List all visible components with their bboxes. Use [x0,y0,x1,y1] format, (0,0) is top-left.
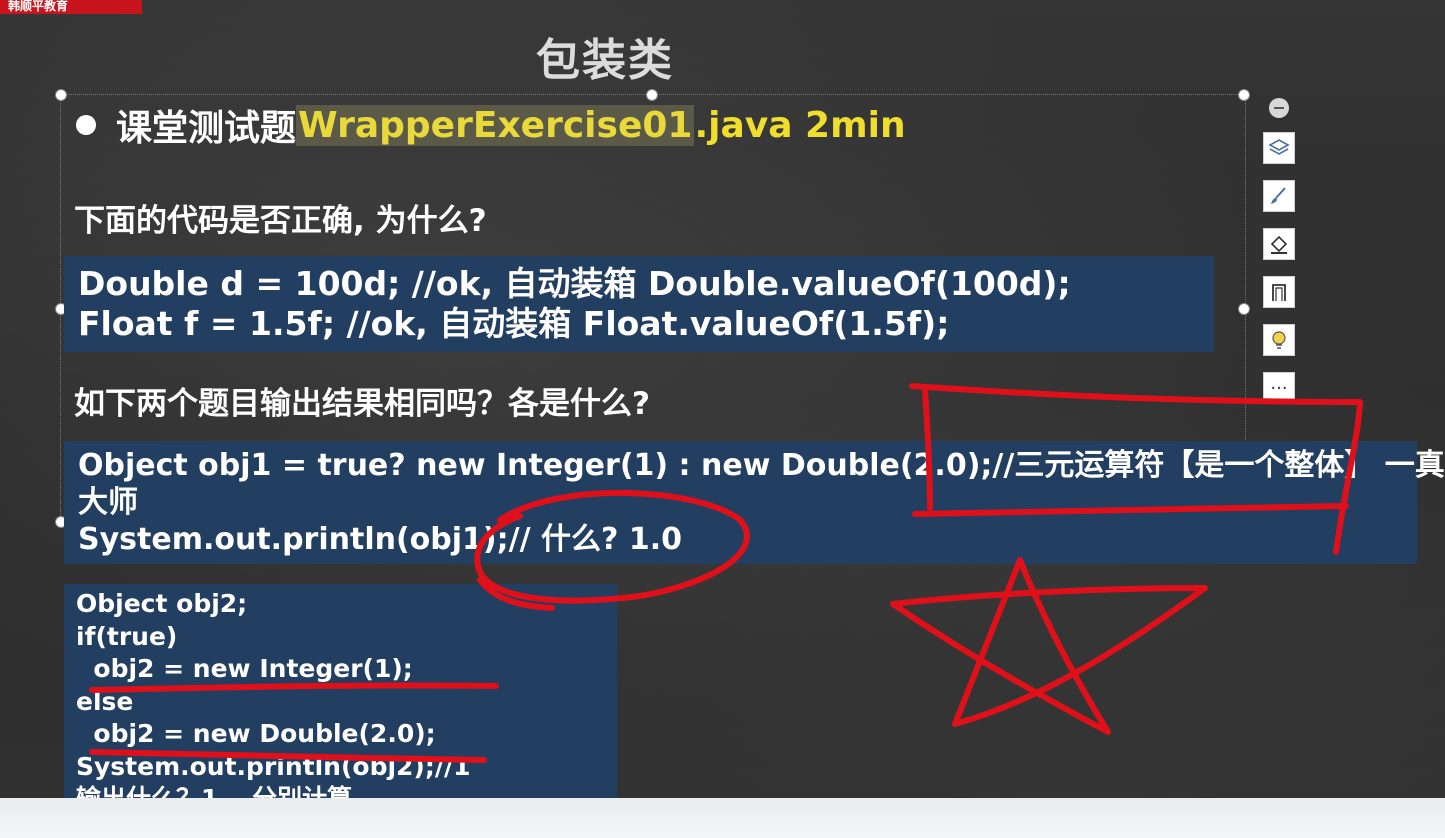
code-line: Double d = 100d; //ok, 自动装箱 Double.value… [78,264,1071,303]
brand-corner-tag: 韩顺平教育 [0,0,142,14]
lightbulb-icon[interactable] [1263,324,1295,356]
code-block-1: Double d = 100d; //ok, 自动装箱 Double.value… [64,256,1214,352]
question-2: 如下两个题目输出结果相同吗？各是什么? [74,386,650,422]
code-line: System.out.println(obj2);//1 [76,751,471,781]
code-line: obj2 = new Double(2.0); [76,719,436,748]
code-line: else [76,686,134,716]
resize-handle-top-left[interactable] [55,89,67,101]
presentation-slide: 韩顺平教育 包装类 课堂测试题 WrapperExercise01 .java … [0,0,1445,822]
crop-icon[interactable] [1263,276,1295,308]
heading-filename: WrapperExercise01 [296,104,695,146]
exercise-heading: 课堂测试题 WrapperExercise01 .java 2min [76,100,906,150]
code-line: System.out.println(obj1);// 什么? 1.0 [78,522,682,557]
fill-icon[interactable] [1263,228,1295,260]
code-line: Float f = 1.5f; //ok, 自动装箱 Float.valueOf… [78,304,950,343]
question-1: 下面的代码是否正确, 为什么? [74,203,487,239]
heading-suffix: .java 2min [694,104,906,146]
slide-title: 包装类 [536,35,674,86]
more-icon[interactable]: ··· [1263,372,1295,404]
brush-icon[interactable] [1263,180,1295,212]
code-line: Object obj1 = true? new Integer(1) : new… [78,448,1445,483]
collapse-icon[interactable] [1269,98,1289,118]
layers-icon[interactable] [1263,132,1295,164]
code-block-2: Object obj1 = true? new Integer(1) : new… [64,441,1445,564]
code-block-3: Object obj2; if(true) obj2 = new Integer… [64,584,617,822]
code-line: Object obj2; [76,589,248,618]
resize-handle-right[interactable] [1238,303,1250,315]
bullet-icon [76,115,96,135]
code-line: 大师 [78,485,138,520]
annotation-star [890,557,1208,735]
code-line: obj2 = new Integer(1); [76,654,413,683]
code-line: if(true) [76,621,178,651]
heading-prefix: 课堂测试题 [116,108,297,149]
window-bottom-strip [0,798,1445,838]
resize-handle-top-right[interactable] [1238,89,1250,101]
